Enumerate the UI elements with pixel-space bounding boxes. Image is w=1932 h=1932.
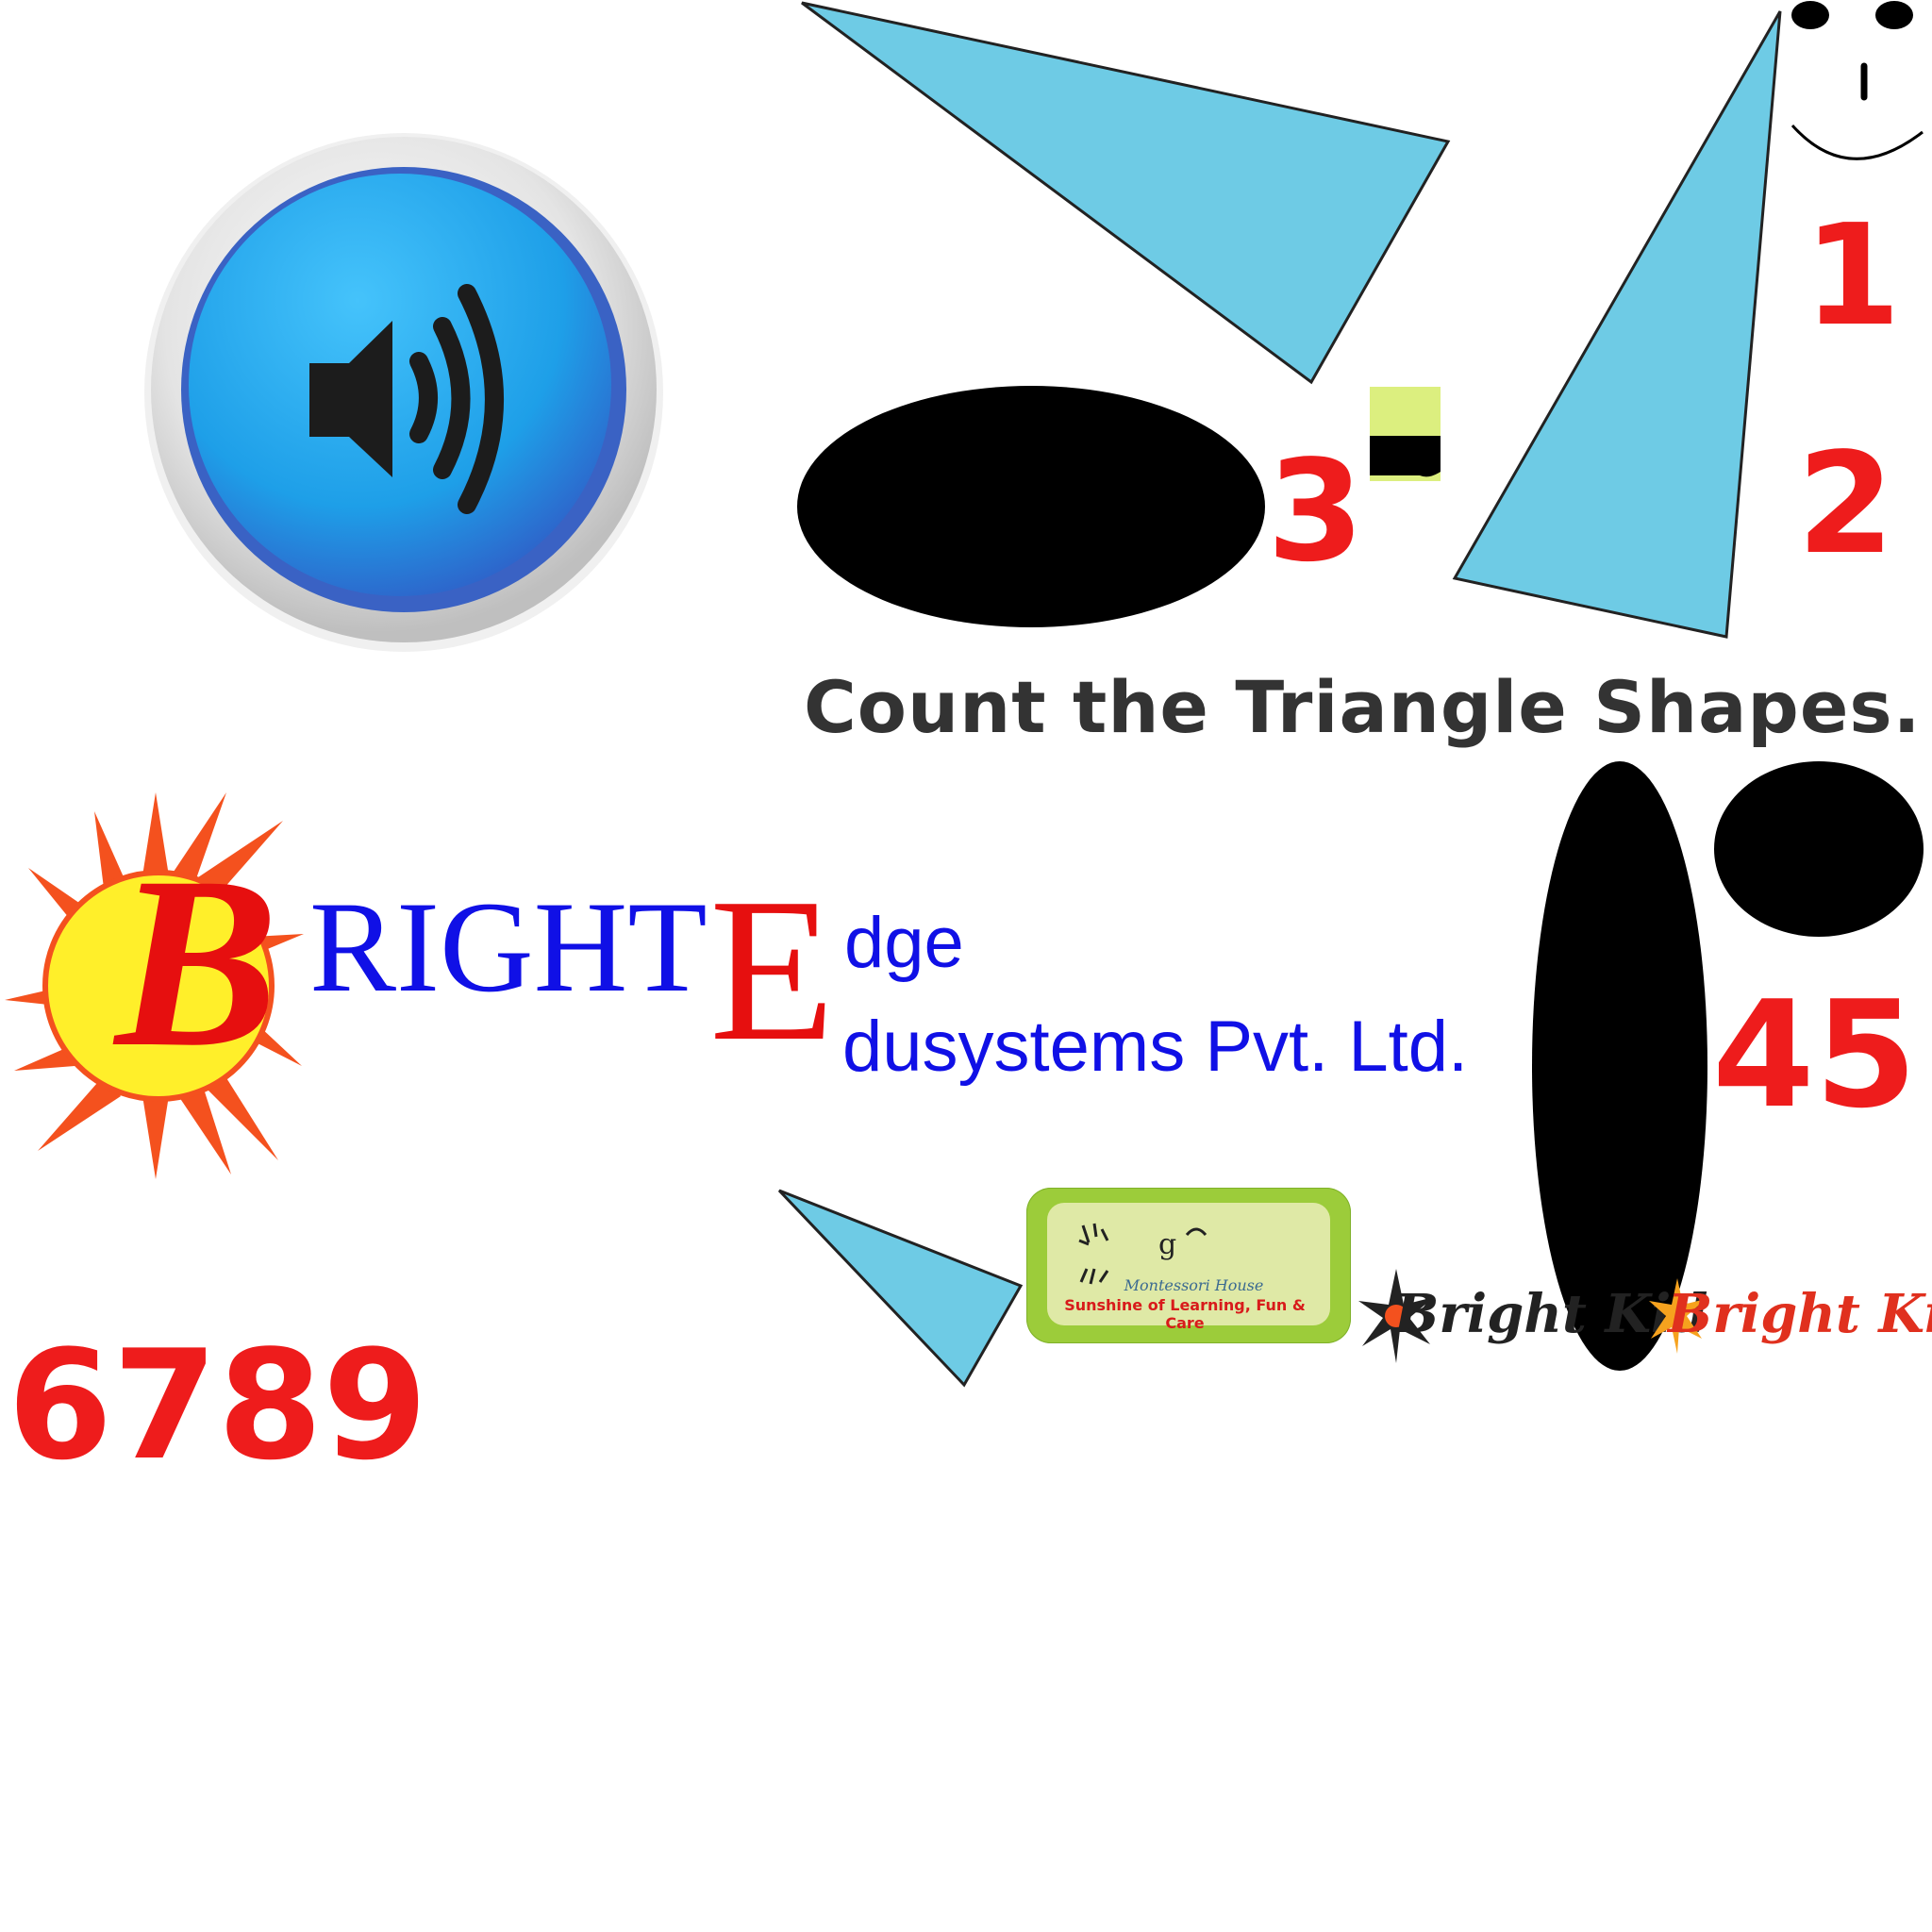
- circle-shape[interactable]: [1714, 761, 1924, 937]
- triangle-shape-3[interactable]: [777, 1189, 1024, 1388]
- bright-kid-logo-2: Bright Kid: [1668, 1283, 1932, 1345]
- brand-edusystems-text: dusystems Pvt. Ltd.: [842, 1007, 1469, 1087]
- instruction-text: Count the Triangle Shapes.: [804, 665, 1922, 749]
- sound-play-button[interactable]: [140, 130, 668, 658]
- montessori-house-logo: g Montessori House Sunshine of Learning,…: [1026, 1188, 1351, 1343]
- brand-right-text: RIGHT: [309, 874, 708, 1019]
- small-square-dark-part: [1370, 436, 1441, 477]
- smiley-face-icon: [1790, 1, 1924, 160]
- number-45: 45: [1712, 969, 1918, 1141]
- number-1: 1: [1804, 194, 1901, 357]
- brand-dge-text: dge: [844, 903, 964, 983]
- triangle-shape-2[interactable]: [1452, 10, 1782, 639]
- montessori-logo-slogan: Sunshine of Learning, Fun & Care: [1064, 1296, 1306, 1332]
- brand-letter-b: B: [115, 826, 279, 1098]
- oval-shape-1[interactable]: [797, 386, 1265, 627]
- number-3: 3: [1267, 430, 1364, 592]
- brand-letter-e: E: [709, 857, 836, 1084]
- triangle-shape-1[interactable]: [801, 1, 1451, 385]
- speaker-volume-icon: [144, 133, 663, 652]
- number-2: 2: [1797, 423, 1894, 585]
- svg-text:g: g: [1158, 1228, 1176, 1261]
- number-6789: 6789: [8, 1317, 428, 1493]
- montessori-logo-title: Montessori House: [1124, 1276, 1264, 1294]
